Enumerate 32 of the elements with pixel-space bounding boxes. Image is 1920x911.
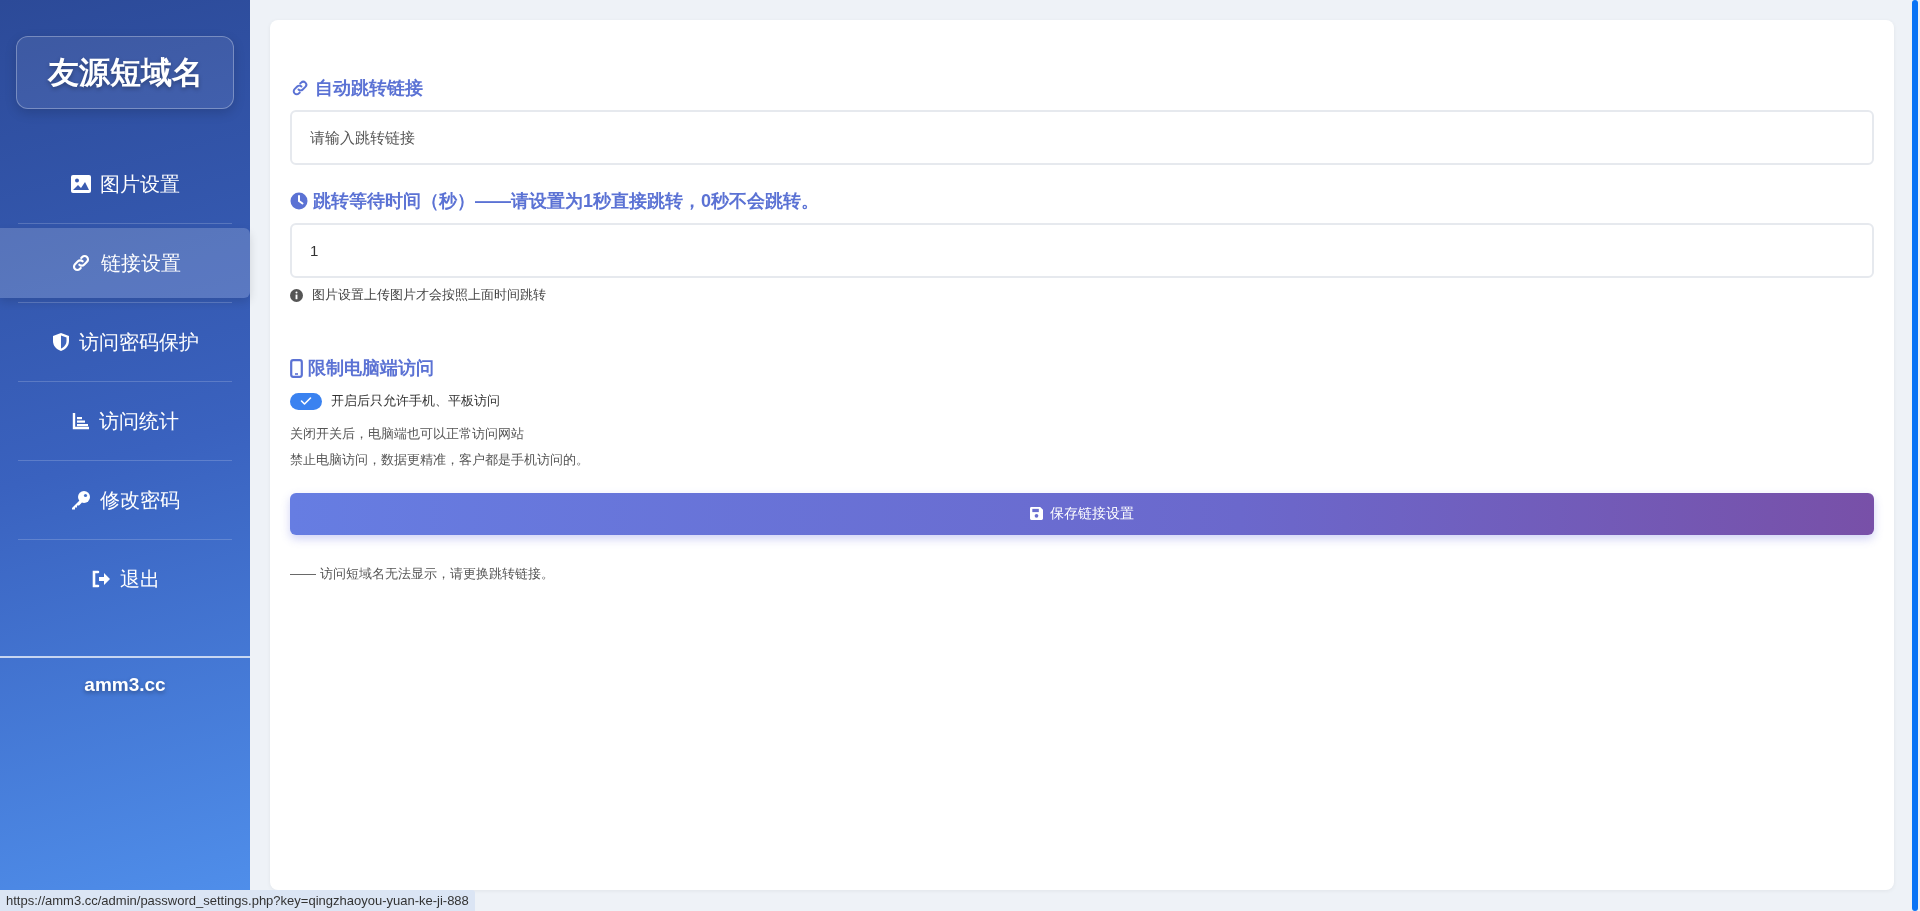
clock-icon — [290, 192, 308, 210]
logout-icon — [90, 570, 111, 588]
footer-note: —— 访问短域名无法显示，请更换跳转链接。 — [290, 564, 555, 583]
section-title: 跳转等待时间（秒）——请设置为1秒直接跳转，0秒不会跳转。 — [313, 190, 820, 213]
save-button[interactable]: 保存链接设置 — [290, 492, 1874, 535]
shield-icon — [51, 332, 70, 352]
hint-text: 图片设置上传图片才会按照上面时间跳转 — [312, 286, 546, 304]
wait-time-input[interactable]: 1 — [290, 223, 1874, 278]
nav-item[interactable]: 退出 — [0, 544, 250, 614]
nav-item[interactable]: 访问密码保护 — [0, 307, 250, 377]
redirect-link-input[interactable]: 请输入跳转链接 — [290, 110, 1874, 165]
info-icon — [290, 288, 303, 302]
domain-label: amm3.cc — [0, 656, 250, 696]
section-title: 自动跳转链接 — [315, 77, 423, 100]
checkmark-icon — [300, 396, 312, 406]
scrollbar[interactable] — [1912, 0, 1918, 911]
phone-icon — [290, 358, 303, 378]
section-title: 限制电脑端访问 — [308, 357, 434, 380]
nav-item[interactable]: 链接设置 — [0, 228, 250, 298]
toggle-label: 开启后只允许手机、平板访问 — [331, 392, 500, 410]
link-icon — [290, 79, 310, 97]
image-icon — [70, 175, 91, 193]
nav-item[interactable]: 修改密码 — [0, 465, 250, 535]
nav-item[interactable]: 访问统计 — [0, 386, 250, 456]
chart-icon — [71, 412, 90, 430]
note-text: 关闭开关后，电脑端也可以正常访问网站 — [290, 426, 525, 443]
key-icon — [70, 490, 91, 510]
nav-item[interactable]: 图片设置 — [0, 149, 250, 219]
logo-title: 友源短域名 — [16, 36, 234, 109]
note-text: 禁止电脑访问，数据更精准，客户都是手机访问的。 — [290, 451, 590, 469]
toggle-switch[interactable] — [290, 392, 322, 410]
status-url: https://amm3.cc/admin/password_settings.php?key=qingzhaoyou-yuan-ke-ji-888 — [0, 890, 475, 911]
